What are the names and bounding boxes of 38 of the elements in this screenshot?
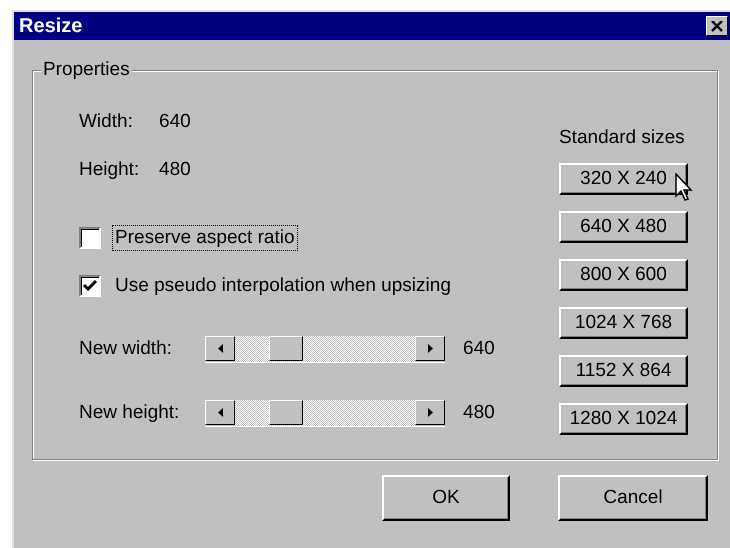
window-title: Resize	[19, 14, 82, 38]
slider-value: 640	[463, 338, 495, 360]
scroll-slider[interactable]	[205, 400, 445, 426]
size-button[interactable]: 640 X 480	[559, 211, 688, 243]
right-arrow-icon	[428, 408, 432, 416]
right-arrow-icon	[428, 344, 432, 352]
size-button[interactable]: 1152 X 864	[559, 355, 688, 387]
left-arrow-icon	[218, 408, 222, 416]
slider-value: 480	[463, 402, 495, 424]
close-icon	[711, 20, 723, 32]
size-button[interactable]: 1024 X 768	[559, 307, 688, 339]
dialog-button[interactable]: OK	[382, 475, 510, 521]
right-arrow-button[interactable]	[415, 400, 445, 424]
close-button[interactable]	[706, 16, 728, 36]
info-value: 480	[159, 159, 191, 181]
right-arrow-button[interactable]	[415, 336, 445, 360]
checkbox-label[interactable]: Use pseudo interpolation when upsizing	[112, 273, 454, 299]
dialog-button[interactable]: Cancel	[558, 475, 708, 521]
checkbox-label[interactable]: Preserve aspect ratio	[112, 225, 298, 251]
checkbox[interactable]	[79, 275, 101, 297]
standard-sizes-label: Standard sizes	[559, 127, 686, 149]
slider-thumb[interactable]	[268, 336, 303, 360]
left-arrow-button[interactable]	[205, 400, 235, 424]
scroll-slider[interactable]	[205, 336, 445, 362]
slider-label: New height:	[79, 402, 180, 424]
info-label: Height:	[79, 159, 140, 181]
size-button[interactable]: 800 X 600	[559, 259, 688, 291]
left-arrow-icon	[218, 344, 222, 352]
checkbox[interactable]	[79, 227, 101, 249]
left-arrow-button[interactable]	[205, 336, 235, 360]
slider-label: New width:	[79, 338, 173, 360]
size-button[interactable]: 320 X 240	[559, 163, 688, 195]
slider-thumb[interactable]	[268, 400, 303, 424]
info-value: 640	[159, 111, 191, 133]
checkmark-icon	[83, 280, 97, 292]
size-button[interactable]: 1280 X 1024	[559, 403, 688, 435]
group-title: Properties	[41, 59, 132, 81]
info-label: Width:	[79, 111, 134, 133]
